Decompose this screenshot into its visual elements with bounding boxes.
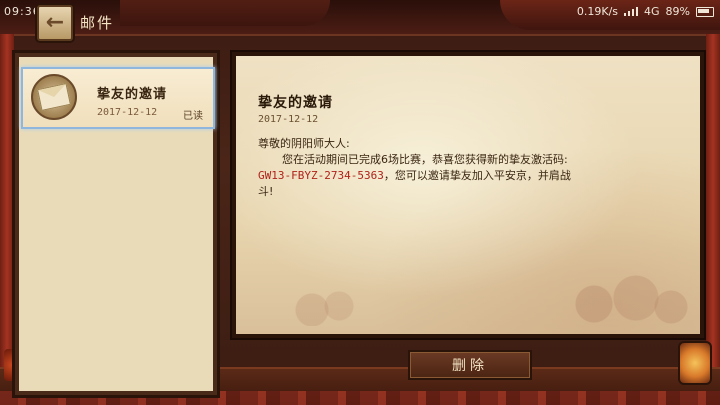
mail-content-frame: 挚友的邀请 2017-12-12 尊敬的阴阳师大人: 您在活动期间已完成6场比赛… xyxy=(230,50,706,340)
cloud-decoration xyxy=(552,268,692,328)
cloud-decoration-left xyxy=(276,286,366,326)
back-arrow-icon: ← xyxy=(45,10,65,35)
mail-list-item[interactable]: 挚友的邀请 2017-12-12 已读 xyxy=(21,67,215,129)
page-title: 邮件 xyxy=(80,14,115,32)
right-pillar xyxy=(706,34,720,374)
delete-label: 删除 xyxy=(452,358,488,374)
lantern-right-icon xyxy=(678,341,712,385)
status-right-group: 0.19K/s 4G 89% xyxy=(577,5,714,18)
letter-parchment: 挚友的邀请 2017-12-12 尊敬的阴阳师大人: 您在活动期间已完成6场比赛… xyxy=(236,56,700,334)
signal-icon xyxy=(624,7,639,16)
mail-list[interactable]: 挚友的邀请 2017-12-12 已读 xyxy=(19,57,215,391)
mail-icon-frame xyxy=(31,74,77,120)
letter-line-3: 斗! xyxy=(258,185,274,198)
letter-line-1: 您在活动期间已完成6场比赛，恭喜您获得新的挚友激活码: xyxy=(282,153,568,166)
mail-list-panel: 挚友的邀请 2017-12-12 已读 xyxy=(12,50,220,398)
status-time: 09:36 xyxy=(4,5,41,18)
mail-item-status: 已读 xyxy=(183,111,203,122)
game-screen: 09:36 0.19K/s 4G 89% ← 邮件 挚友的邀请 2017-12-… xyxy=(0,0,720,405)
battery-percent: 89% xyxy=(665,5,690,18)
letter-line-2: GW13-FBYZ-2734-5363，您可以邀请挚友加入平安京，并肩战 xyxy=(258,168,678,184)
letter-line-2-text: ，您可以邀请挚友加入平安京，并肩战 xyxy=(383,169,571,182)
mail-item-date: 2017-12-12 xyxy=(97,107,158,118)
envelope-icon xyxy=(37,83,71,111)
letter-title: 挚友的邀请 xyxy=(258,95,333,111)
network-speed: 0.19K/s xyxy=(576,5,619,18)
battery-icon xyxy=(696,6,714,17)
letter-date: 2017-12-12 xyxy=(258,114,319,125)
delete-button[interactable]: 删除 xyxy=(408,350,532,380)
letter-greeting: 尊敬的阴阳师大人: xyxy=(258,137,350,150)
back-button[interactable]: ← xyxy=(37,5,73,41)
letter-body: 尊敬的阴阳师大人: 您在活动期间已完成6场比赛，恭喜您获得新的挚友激活码: GW… xyxy=(258,136,678,200)
mail-item-title: 挚友的邀请 xyxy=(97,87,168,102)
network-type: 4G xyxy=(644,5,660,18)
activation-code[interactable]: GW13-FBYZ-2734-5363 xyxy=(258,169,384,182)
